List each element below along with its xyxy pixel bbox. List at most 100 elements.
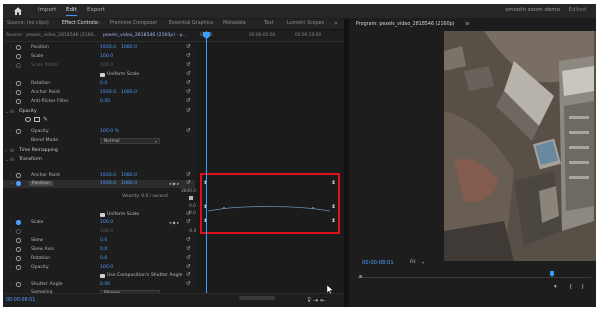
uniform-scale-checkbox[interactable]	[100, 72, 105, 77]
property-row-position[interactable]: ⌄ Position 1920.0 1080.0 ◂ ◆ ▸ ↺	[3, 180, 195, 189]
reset-icon[interactable]: ↺	[186, 264, 191, 270]
nav-import[interactable]: Import	[38, 7, 56, 13]
opacity-value[interactable]: 100.0	[100, 265, 113, 270]
reset-icon[interactable]: ↺	[186, 128, 191, 134]
reset-icon[interactable]: ↺	[186, 255, 191, 261]
stopwatch-icon[interactable]	[16, 247, 21, 252]
ellipse-mask-icon[interactable]	[25, 117, 31, 122]
stopwatch-icon[interactable]	[16, 99, 21, 104]
anchor-x-value[interactable]: 1920.0	[100, 90, 116, 95]
expand-arrow-icon[interactable]: ›	[10, 54, 12, 59]
stopwatch-icon[interactable]	[16, 90, 21, 95]
shutter-angle-value[interactable]: 0.00	[100, 282, 110, 287]
horizontal-scrollbar[interactable]	[239, 296, 275, 300]
zoom-fit-dropdown[interactable]: Fit	[410, 260, 415, 265]
reset-icon[interactable]: ↺	[186, 71, 191, 77]
effect-controls-timeline[interactable]	[195, 42, 344, 292]
tab-metadata[interactable]: Metadata	[223, 21, 246, 26]
video-frame[interactable]	[444, 31, 596, 261]
reset-icon[interactable]: ↺	[186, 62, 191, 68]
expand-arrow-icon[interactable]: ›	[10, 282, 12, 287]
stopwatch-icon[interactable]	[16, 265, 21, 270]
pen-mask-icon[interactable]: ✎	[43, 116, 48, 123]
source-clip-label[interactable]: Source · pexels_video_2818546 (2160...	[6, 33, 98, 38]
program-monitor-tab[interactable]: Program: pexels_video_2818546 (2160p)	[356, 22, 455, 27]
opacity-value[interactable]: 100.0 %	[100, 129, 119, 134]
sequence-clip-label[interactable]: pexels_video_2818546 (2160p) - p...	[103, 33, 187, 38]
expand-arrow-icon[interactable]: ›	[10, 247, 12, 252]
anchor-y-value[interactable]: 1080.0	[121, 90, 137, 95]
expand-arrow-icon[interactable]: ⌄	[5, 157, 9, 162]
position-x-value[interactable]: 1920.0	[100, 181, 116, 186]
program-timeline-bar[interactable]	[357, 277, 591, 278]
antiflicker-value[interactable]: 0.00	[100, 99, 110, 104]
chevron-down-icon[interactable]: ▾	[422, 260, 424, 265]
skew-axis-value[interactable]: 0.0	[100, 247, 107, 252]
expand-arrow-icon[interactable]: ›	[10, 81, 12, 86]
tab-text[interactable]: Text	[264, 21, 274, 26]
rectangle-mask-icon[interactable]	[34, 117, 40, 122]
expand-arrow-icon[interactable]: ›	[10, 256, 12, 261]
scale-value[interactable]: 100.0	[100, 220, 113, 225]
stopwatch-icon[interactable]	[16, 45, 21, 50]
stopwatch-icon[interactable]	[16, 229, 21, 234]
reset-icon[interactable]: ↺	[186, 80, 191, 86]
expand-arrow-icon[interactable]: ›	[10, 265, 12, 270]
expand-arrow-icon[interactable]: ›	[10, 229, 12, 234]
reset-icon[interactable]: ↺	[186, 281, 191, 287]
stopwatch-icon[interactable]	[16, 63, 21, 68]
filter-icon[interactable]: ⊽ ⇥ ⇤	[307, 297, 325, 304]
more-tabs-icon[interactable]: »	[334, 20, 338, 27]
stopwatch-icon[interactable]	[16, 238, 21, 243]
expand-arrow-icon[interactable]: ›	[10, 238, 12, 243]
reset-icon[interactable]: ↺	[186, 237, 191, 243]
position-y-value[interactable]: 1080.0	[121, 181, 137, 186]
stopwatch-icon[interactable]	[16, 256, 21, 261]
stopwatch-icon[interactable]	[16, 282, 21, 287]
expand-arrow-icon[interactable]: ›	[10, 45, 12, 50]
uniform-scale-checkbox[interactable]	[100, 212, 105, 217]
section-time-remapping[interactable]: › fx Time Remapping	[3, 147, 195, 155]
reset-icon[interactable]: ↺	[186, 219, 191, 225]
keyframe-navigator[interactable]: ◂ ◆ ▸	[169, 220, 179, 225]
expand-arrow-icon[interactable]: ›	[10, 90, 12, 95]
marker-icon[interactable]: ▾	[554, 284, 557, 290]
nav-export[interactable]: Export	[87, 7, 105, 13]
stopwatch-icon[interactable]	[16, 81, 21, 86]
position-y-value[interactable]: 1080.0	[121, 45, 137, 50]
reset-icon[interactable]: ↺	[186, 211, 191, 217]
reset-icon[interactable]: ↺	[186, 172, 191, 178]
reset-icon[interactable]: ↺	[186, 246, 191, 252]
expand-arrow-icon[interactable]: ⌄	[10, 181, 14, 186]
tab-premiere-composer[interactable]: Premiere Composer	[110, 21, 157, 26]
reset-icon[interactable]: ↺	[186, 272, 191, 278]
playhead-line[interactable]	[206, 31, 207, 293]
position-x-value[interactable]: 1920.0	[100, 45, 116, 50]
reset-icon[interactable]: ↺	[186, 180, 191, 186]
rotation-value[interactable]: 0.0	[100, 256, 107, 261]
rotation-value[interactable]: 0.0	[100, 81, 107, 86]
out-point-icon[interactable]: }	[581, 284, 585, 290]
anchor-x-value[interactable]: 1920.0	[100, 173, 116, 178]
keyframe-navigator[interactable]: ◂ ◆ ▸	[169, 181, 179, 186]
stopwatch-active-icon[interactable]	[16, 181, 21, 186]
expand-arrow-icon[interactable]: ›	[10, 99, 12, 104]
reset-icon[interactable]: ↺	[186, 44, 191, 50]
stopwatch-active-icon[interactable]	[16, 220, 21, 225]
section-transform[interactable]: ⌄ fx Transform	[3, 156, 195, 164]
expand-arrow-icon[interactable]: ›	[10, 63, 12, 68]
home-icon[interactable]	[13, 6, 23, 16]
reset-icon[interactable]: ↺	[186, 89, 191, 95]
tab-effect-controls-menu-icon[interactable]: ≡	[96, 21, 100, 26]
reset-icon[interactable]: ↺	[186, 108, 191, 114]
tab-effect-controls[interactable]: Effect Controls	[62, 21, 97, 26]
section-opacity[interactable]: ⌄ fx Opacity ↺	[3, 108, 195, 116]
use-comp-shutter-checkbox[interactable]	[100, 273, 105, 278]
skew-value[interactable]: 0.0	[100, 238, 107, 243]
scale-value[interactable]: 100.0	[100, 54, 113, 59]
expand-arrow-icon[interactable]: ›	[10, 173, 12, 178]
current-timecode[interactable]: 00:00:08:01	[6, 298, 35, 303]
expand-arrow-icon[interactable]: ›	[5, 148, 7, 153]
stopwatch-icon[interactable]	[16, 54, 21, 59]
tab-lumetri-scopes[interactable]: Lumetri Scopes	[287, 21, 324, 26]
